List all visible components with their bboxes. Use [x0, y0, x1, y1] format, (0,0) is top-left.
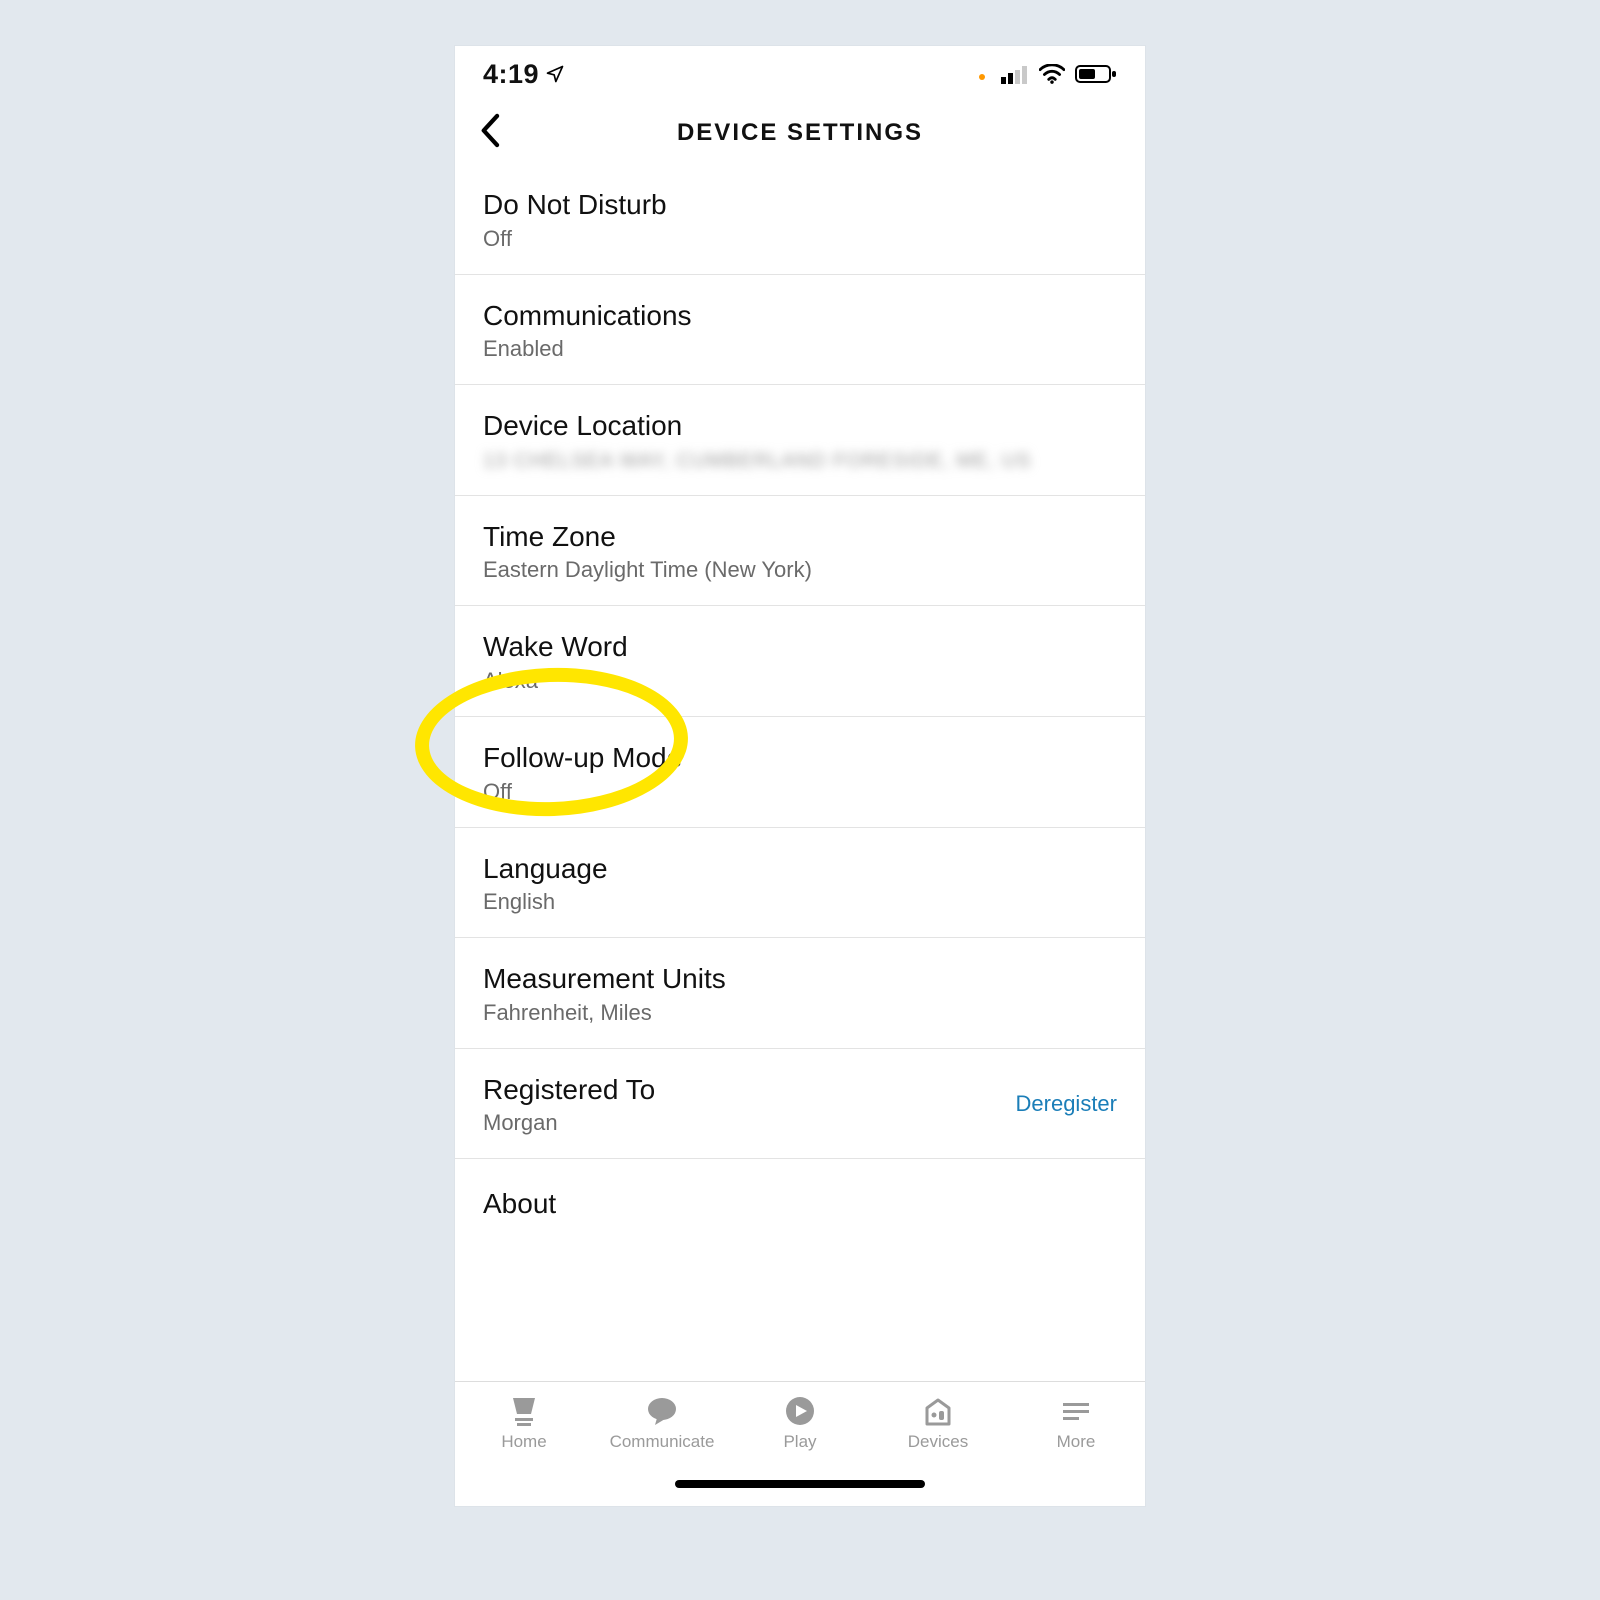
tab-communicate[interactable]: Communicate — [607, 1396, 717, 1452]
tab-label: Communicate — [610, 1432, 715, 1452]
setting-do-not-disturb[interactable]: Do Not Disturb Off — [455, 164, 1145, 275]
chevron-left-icon — [477, 114, 505, 148]
setting-wake-word[interactable]: Wake Word Alexa — [455, 606, 1145, 717]
chat-bubble-icon — [645, 1396, 679, 1426]
setting-label: About — [483, 1183, 1117, 1241]
setting-label: Time Zone — [483, 520, 1117, 554]
tab-label: Devices — [908, 1432, 968, 1452]
setting-label: Language — [483, 852, 1117, 886]
status-time: 4:19 — [483, 59, 565, 90]
tab-more[interactable]: More — [1021, 1396, 1131, 1452]
cellular-signal-icon — [1001, 66, 1029, 84]
devices-icon — [921, 1396, 955, 1426]
setting-label: Do Not Disturb — [483, 188, 1117, 222]
setting-value: English — [483, 889, 1117, 915]
tab-home[interactable]: Home — [469, 1396, 579, 1452]
location-arrow-icon — [545, 64, 565, 84]
setting-time-zone[interactable]: Time Zone Eastern Daylight Time (New Yor… — [455, 496, 1145, 607]
tab-label: Home — [501, 1432, 546, 1452]
play-icon — [783, 1396, 817, 1426]
home-indicator[interactable] — [675, 1480, 925, 1488]
phone-frame: 4:19 — [455, 46, 1145, 1506]
settings-list: Do Not Disturb Off Communications Enable… — [455, 164, 1145, 1247]
status-bar: 4:19 — [455, 46, 1145, 102]
tab-label: More — [1057, 1432, 1096, 1452]
tab-bar: Home Communicate Play — [455, 1381, 1145, 1506]
setting-label: Device Location — [483, 409, 1117, 443]
setting-registered-to[interactable]: Registered To Morgan Deregister — [455, 1049, 1145, 1160]
setting-label: Communications — [483, 299, 1117, 333]
setting-value: Enabled — [483, 336, 1117, 362]
wifi-icon — [1039, 64, 1065, 84]
setting-label: Follow-up Mode — [483, 741, 1117, 775]
setting-about[interactable]: About — [455, 1159, 1145, 1247]
setting-value: Alexa — [483, 668, 1117, 694]
page-title: DEVICE SETTINGS — [455, 119, 1145, 147]
home-icon — [507, 1396, 541, 1426]
setting-value: Fahrenheit, Miles — [483, 1000, 1117, 1026]
setting-communications[interactable]: Communications Enabled — [455, 275, 1145, 386]
tab-devices[interactable]: Devices — [883, 1396, 993, 1452]
privacy-indicator-dot — [979, 74, 985, 80]
setting-value: Off — [483, 226, 1117, 252]
tab-label: Play — [783, 1432, 816, 1452]
setting-value: Off — [483, 779, 1117, 805]
tab-play[interactable]: Play — [745, 1396, 855, 1452]
back-button[interactable] — [477, 114, 505, 153]
setting-value: Eastern Daylight Time (New York) — [483, 557, 1117, 583]
battery-icon — [1075, 64, 1117, 84]
setting-device-location[interactable]: Device Location 13 Chelsea Way, Cumberla… — [455, 385, 1145, 496]
deregister-link[interactable]: Deregister — [1016, 1091, 1117, 1117]
setting-measurement-units[interactable]: Measurement Units Fahrenheit, Miles — [455, 938, 1145, 1049]
status-right-cluster — [1001, 64, 1117, 84]
more-icon — [1059, 1396, 1093, 1426]
setting-follow-up-mode[interactable]: Follow-up Mode Off — [455, 717, 1145, 828]
setting-label: Measurement Units — [483, 962, 1117, 996]
setting-language[interactable]: Language English — [455, 828, 1145, 939]
clock-text: 4:19 — [483, 59, 539, 90]
setting-label: Wake Word — [483, 630, 1117, 664]
nav-header: DEVICE SETTINGS — [455, 102, 1145, 164]
setting-value: 13 Chelsea Way, Cumberland Foreside, ME,… — [483, 447, 1117, 473]
